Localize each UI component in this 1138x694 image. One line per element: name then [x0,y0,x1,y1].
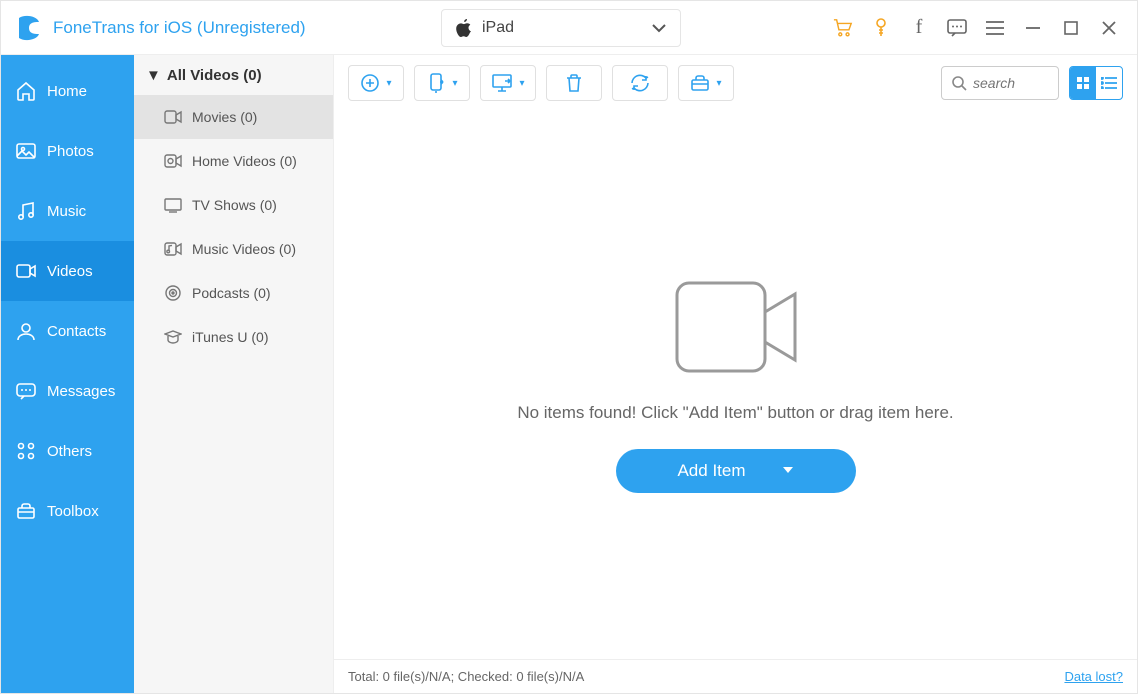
sub-item-label: iTunes U (0) [192,329,269,345]
sidebar-label: Home [47,83,87,100]
search-input[interactable] [973,75,1043,91]
key-icon[interactable] [871,18,891,38]
chevron-down-icon: ▾ [519,78,524,89]
sidebar-label: Photos [47,143,94,160]
primary-sidebar: Home Photos Music Videos Contacts Messag… [1,55,134,693]
sidebar-label: Messages [47,383,115,400]
toolbox-button[interactable]: ▾ [678,65,734,101]
chevron-down-icon [652,23,666,33]
add-item-button[interactable]: ▾ [348,65,404,101]
itunesu-icon [164,328,182,346]
export-to-pc-button[interactable]: ▾ [480,65,536,101]
videos-icon [15,260,37,282]
photos-icon [15,140,37,162]
app-logo-icon [15,14,43,42]
toolbox-icon [15,500,37,522]
others-icon [15,440,37,462]
sidebar-item-messages[interactable]: Messages [1,361,134,421]
view-toggle [1069,66,1123,100]
list-view-button[interactable] [1096,67,1122,99]
empty-message: No items found! Click "Add Item" button … [517,403,953,423]
close-icon[interactable] [1099,18,1119,38]
tv-icon [164,196,182,214]
sub-item-home-videos[interactable]: Home Videos (0) [134,139,333,183]
category-header-label: All Videos (0) [167,67,262,84]
sub-item-label: TV Shows (0) [192,197,277,213]
grid-view-button[interactable] [1070,67,1096,99]
sidebar-label: Contacts [47,323,106,340]
refresh-button[interactable] [612,65,668,101]
music-video-icon [164,240,182,258]
title-bar: FoneTrans for iOS (Unregistered) iPad f [1,1,1137,55]
movie-icon [164,108,182,126]
export-to-device-button[interactable]: ▾ [414,65,470,101]
chevron-down-icon: ▾ [386,78,391,89]
sidebar-item-music[interactable]: Music [1,181,134,241]
sidebar-label: Music [47,203,86,220]
music-icon [15,200,37,222]
sidebar-item-videos[interactable]: Videos [1,241,134,301]
apple-icon [456,19,472,37]
search-icon [952,76,967,91]
sub-item-podcasts[interactable]: Podcasts (0) [134,271,333,315]
search-box[interactable] [941,66,1059,100]
sub-item-label: Podcasts (0) [192,285,271,301]
status-text: Total: 0 file(s)/N/A; Checked: 0 file(s)… [348,669,584,684]
feedback-icon[interactable] [947,18,967,38]
maximize-icon[interactable] [1061,18,1081,38]
sidebar-item-toolbox[interactable]: Toolbox [1,481,134,541]
chevron-down-icon: ▾ [452,78,457,89]
sidebar-label: Others [47,443,92,460]
secondary-sidebar: ▼ All Videos (0) Movies (0) Home Videos … [134,55,334,693]
device-selector[interactable]: iPad [441,9,681,47]
sub-item-movies[interactable]: Movies (0) [134,95,333,139]
device-name: iPad [482,19,514,37]
category-header[interactable]: ▼ All Videos (0) [134,55,333,95]
sub-item-label: Home Videos (0) [192,153,297,169]
contacts-icon [15,320,37,342]
app-title: FoneTrans for iOS (Unregistered) [53,18,306,38]
chevron-down-icon: ▾ [716,78,721,89]
caret-down-icon: ▼ [146,67,161,84]
sub-item-label: Music Videos (0) [192,241,296,257]
sub-item-itunes-u[interactable]: iTunes U (0) [134,315,333,359]
sidebar-item-home[interactable]: Home [1,61,134,121]
home-video-icon [164,152,182,170]
content-area: ▾ ▾ ▾ ▾ [334,55,1137,693]
minimize-icon[interactable] [1023,18,1043,38]
home-icon [15,80,37,102]
empty-state: No items found! Click "Add Item" button … [334,111,1137,659]
facebook-icon[interactable]: f [909,18,929,38]
main-area: Home Photos Music Videos Contacts Messag… [1,55,1137,693]
podcast-icon [164,284,182,302]
delete-button[interactable] [546,65,602,101]
status-bar: Total: 0 file(s)/N/A; Checked: 0 file(s)… [334,659,1137,693]
sidebar-item-photos[interactable]: Photos [1,121,134,181]
caret-down-icon [782,466,794,476]
sub-item-tv-shows[interactable]: TV Shows (0) [134,183,333,227]
messages-icon [15,380,37,402]
cart-icon[interactable] [833,18,853,38]
add-item-primary-button[interactable]: Add Item [616,449,856,493]
sidebar-item-contacts[interactable]: Contacts [1,301,134,361]
add-item-button-label: Add Item [677,461,745,481]
content-toolbar: ▾ ▾ ▾ ▾ [334,55,1137,111]
menu-icon[interactable] [985,18,1005,38]
logo-block: FoneTrans for iOS (Unregistered) [1,14,441,42]
sidebar-label: Videos [47,263,93,280]
video-camera-icon [671,277,801,377]
data-lost-link[interactable]: Data lost? [1064,669,1123,684]
sidebar-label: Toolbox [47,503,99,520]
sidebar-item-others[interactable]: Others [1,421,134,481]
sub-item-label: Movies (0) [192,109,257,125]
sub-item-music-videos[interactable]: Music Videos (0) [134,227,333,271]
